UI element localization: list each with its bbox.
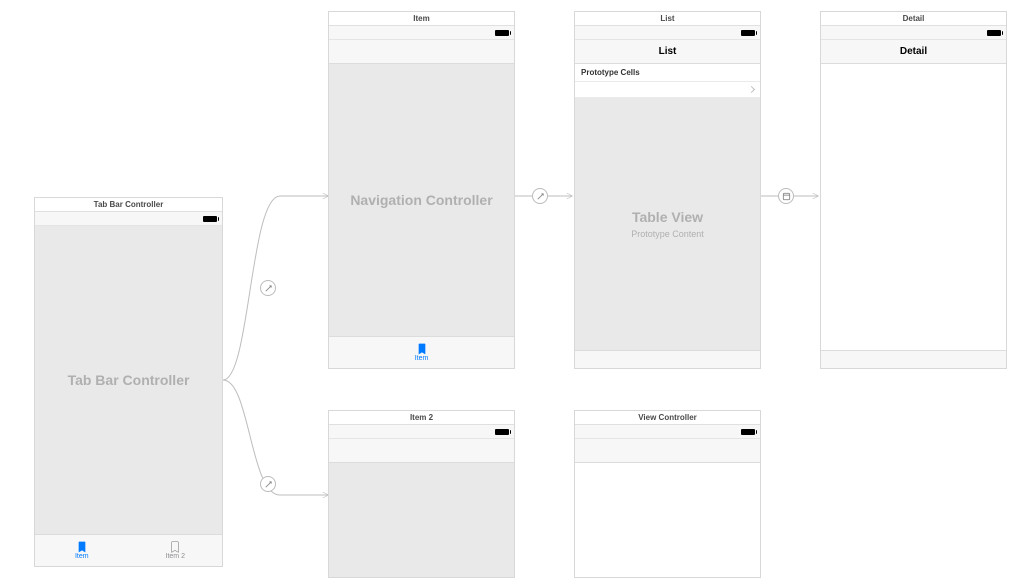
status-bar (329, 26, 514, 40)
battery-icon (203, 216, 217, 222)
scene-item-2[interactable]: Item 2 (328, 410, 515, 578)
scene-title: List (575, 12, 760, 26)
body-area: Navigation Controller (329, 64, 514, 336)
battery-icon (741, 429, 755, 435)
status-bar (575, 425, 760, 439)
body-area (821, 64, 1006, 350)
battery-icon (987, 30, 1001, 36)
battery-icon (495, 429, 509, 435)
segue-badge-relationship-1[interactable] (260, 280, 276, 296)
segue-badge-root[interactable] (532, 188, 548, 204)
tab-item-label: Item (75, 553, 89, 560)
navigation-bar (329, 439, 514, 463)
prototype-cells-header: Prototype Cells (575, 64, 760, 82)
bookmark-icon (170, 541, 180, 553)
tab-item-1[interactable]: Item (35, 535, 129, 566)
scene-title: Tab Bar Controller (35, 198, 222, 212)
segue-badge-show[interactable] (778, 188, 794, 204)
tab-item-label: Item 2 (166, 553, 185, 560)
chevron-right-icon (748, 86, 755, 93)
placeholder-label: Navigation Controller (350, 192, 492, 208)
placeholder-label: Table View (632, 209, 703, 225)
navigation-bar (575, 439, 760, 463)
bookmark-icon (417, 343, 427, 355)
scene-title: Detail (821, 12, 1006, 26)
battery-icon (495, 30, 509, 36)
scene-list[interactable]: List List Prototype Cells Table View Pro… (574, 11, 761, 369)
nav-title: Detail (900, 46, 927, 57)
bookmark-icon (77, 541, 87, 553)
prototype-cell[interactable] (575, 82, 760, 98)
scene-item[interactable]: Item Navigation Controller Item (328, 11, 515, 369)
toolbar-placeholder (821, 350, 1006, 368)
scene-title: Item (329, 12, 514, 26)
body-area (575, 463, 760, 577)
body-area (329, 463, 514, 577)
tab-item[interactable]: Item (415, 337, 429, 368)
tab-bar: Item (329, 336, 514, 368)
tab-item-2[interactable]: Item 2 (129, 535, 223, 566)
segue-badge-relationship-2[interactable] (260, 476, 276, 492)
body-area: Tab Bar Controller (35, 226, 222, 534)
tab-item-label: Item (415, 355, 429, 362)
placeholder-label: Tab Bar Controller (68, 372, 190, 388)
navigation-bar (329, 40, 514, 64)
tab-bar: Item Item 2 (35, 534, 222, 566)
scene-detail[interactable]: Detail Detail (820, 11, 1007, 369)
scene-title: View Controller (575, 411, 760, 425)
toolbar-placeholder (575, 350, 760, 368)
body-area: Table View Prototype Content (575, 98, 760, 350)
navigation-bar: List (575, 40, 760, 64)
scene-title: Item 2 (329, 411, 514, 425)
navigation-bar: Detail (821, 40, 1006, 64)
status-bar (329, 425, 514, 439)
status-bar (35, 212, 222, 226)
battery-icon (741, 30, 755, 36)
placeholder-sublabel: Prototype Content (631, 229, 704, 239)
status-bar (821, 26, 1006, 40)
scene-view-controller[interactable]: View Controller (574, 410, 761, 578)
scene-tab-bar-controller[interactable]: Tab Bar Controller Tab Bar Controller It… (34, 197, 223, 567)
nav-title: List (659, 46, 677, 57)
status-bar (575, 26, 760, 40)
